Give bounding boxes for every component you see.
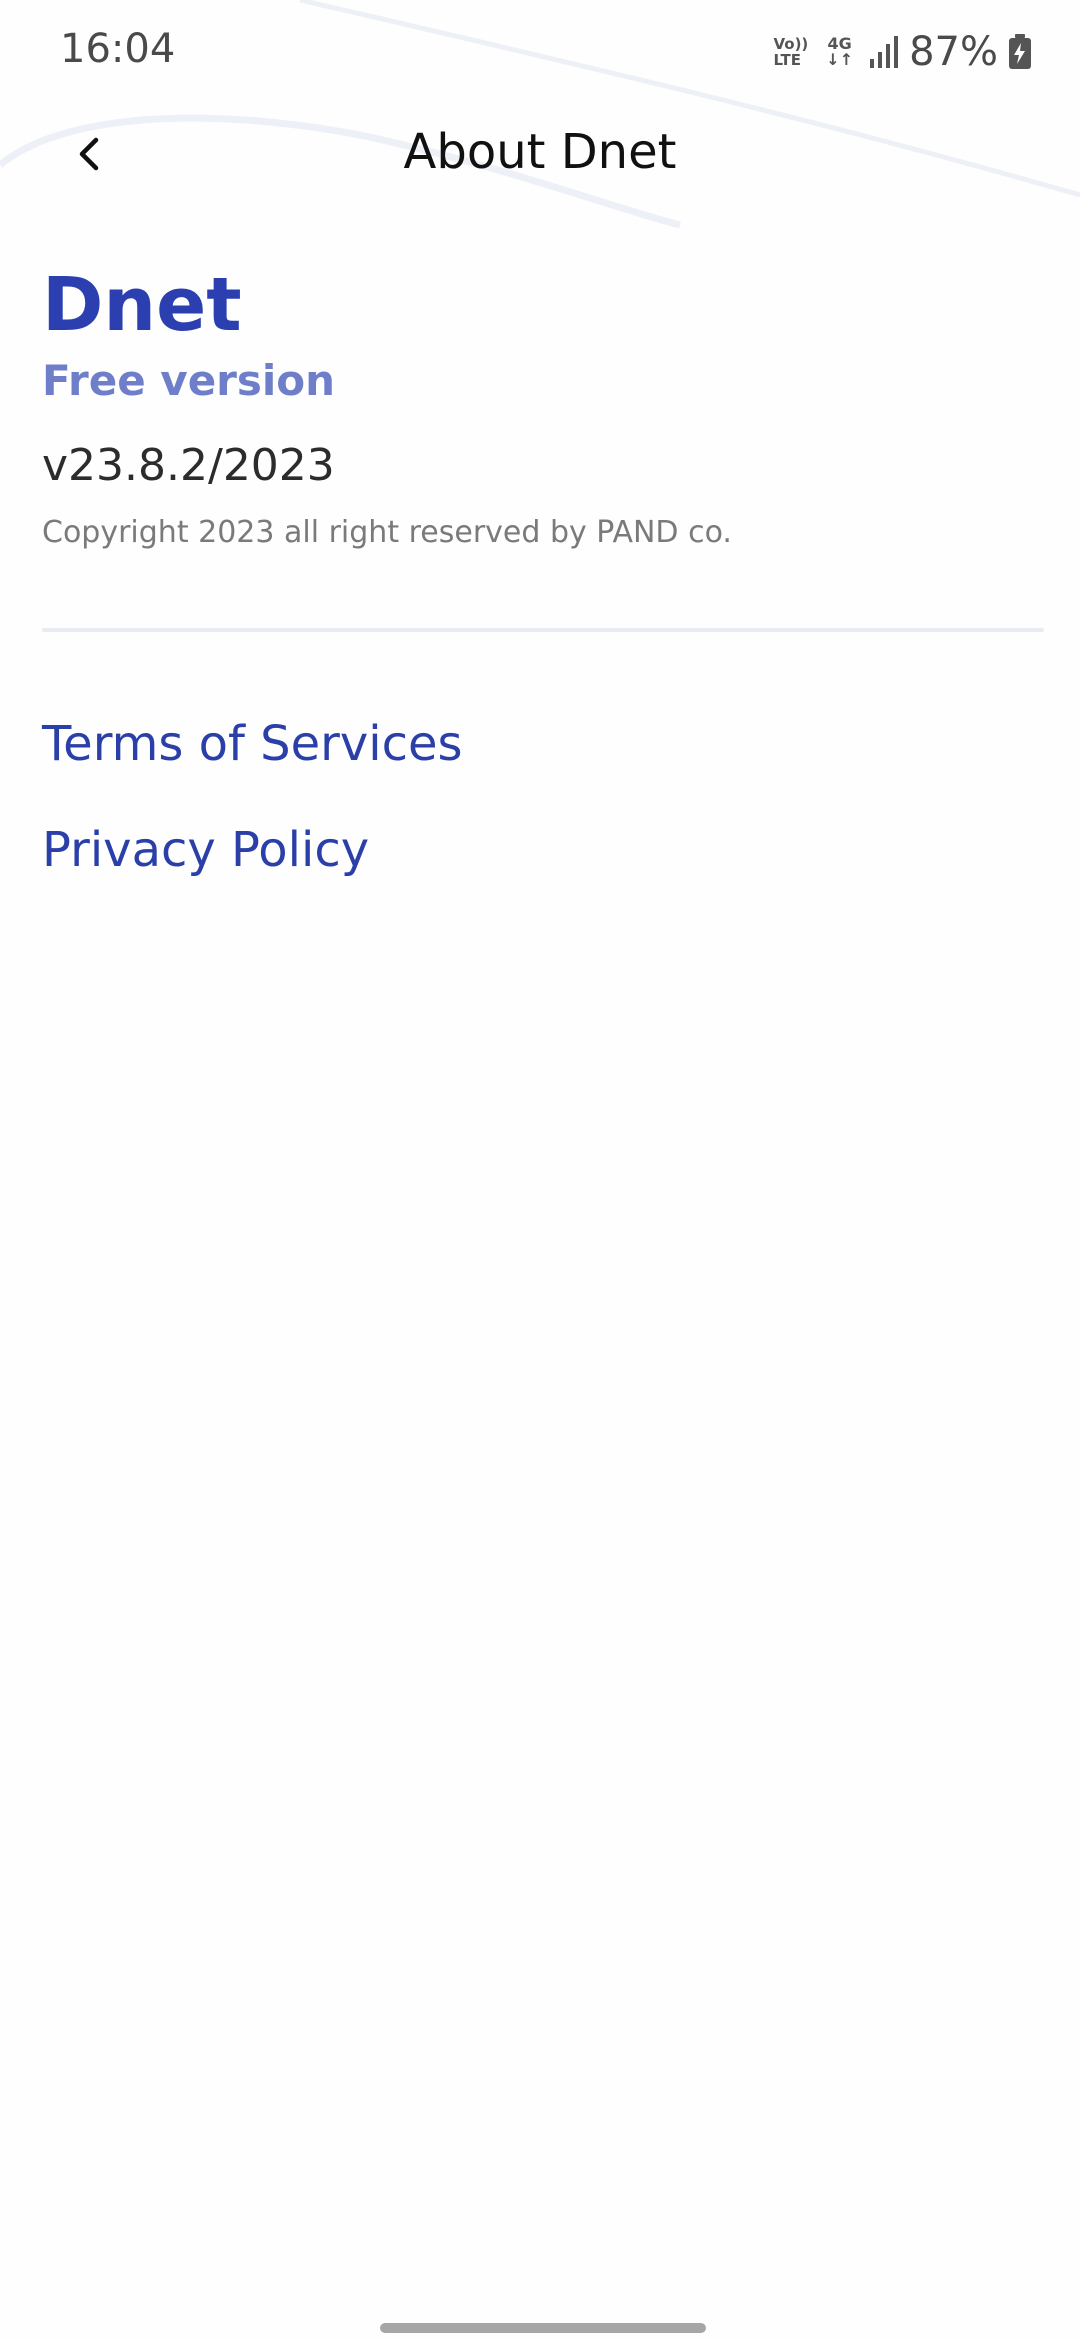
app-name: Dnet bbox=[42, 262, 242, 348]
page-title: About Dnet bbox=[403, 124, 677, 180]
volte-bottom-label: LTE bbox=[773, 51, 802, 69]
volte-icon: Vo)) LTE bbox=[773, 36, 808, 68]
status-bar: 16:04 Vo)) LTE 4G ↓↑ 87% bbox=[0, 0, 1080, 100]
app-header: About Dnet bbox=[0, 110, 1080, 198]
home-indicator[interactable] bbox=[380, 2323, 706, 2333]
battery-charging-icon bbox=[1009, 34, 1031, 69]
privacy-policy-link[interactable]: Privacy Policy bbox=[42, 822, 369, 878]
network-type-icon: 4G ↓↑ bbox=[826, 36, 853, 68]
battery-percent: 87% bbox=[909, 29, 998, 75]
version-label: v23.8.2/2023 bbox=[42, 440, 335, 491]
status-time: 16:04 bbox=[60, 26, 176, 72]
copyright-text: Copyright 2023 all right reserved by PAN… bbox=[42, 515, 732, 550]
network-arrows-label: ↓↑ bbox=[826, 50, 854, 69]
terms-of-services-link[interactable]: Terms of Services bbox=[42, 716, 463, 772]
status-icons: Vo)) LTE 4G ↓↑ 87% bbox=[773, 24, 1032, 80]
edition-label: Free version bbox=[42, 356, 336, 405]
section-divider bbox=[42, 628, 1044, 632]
volte-top-label: Vo)) bbox=[773, 35, 809, 53]
signal-bars-icon bbox=[870, 36, 899, 68]
